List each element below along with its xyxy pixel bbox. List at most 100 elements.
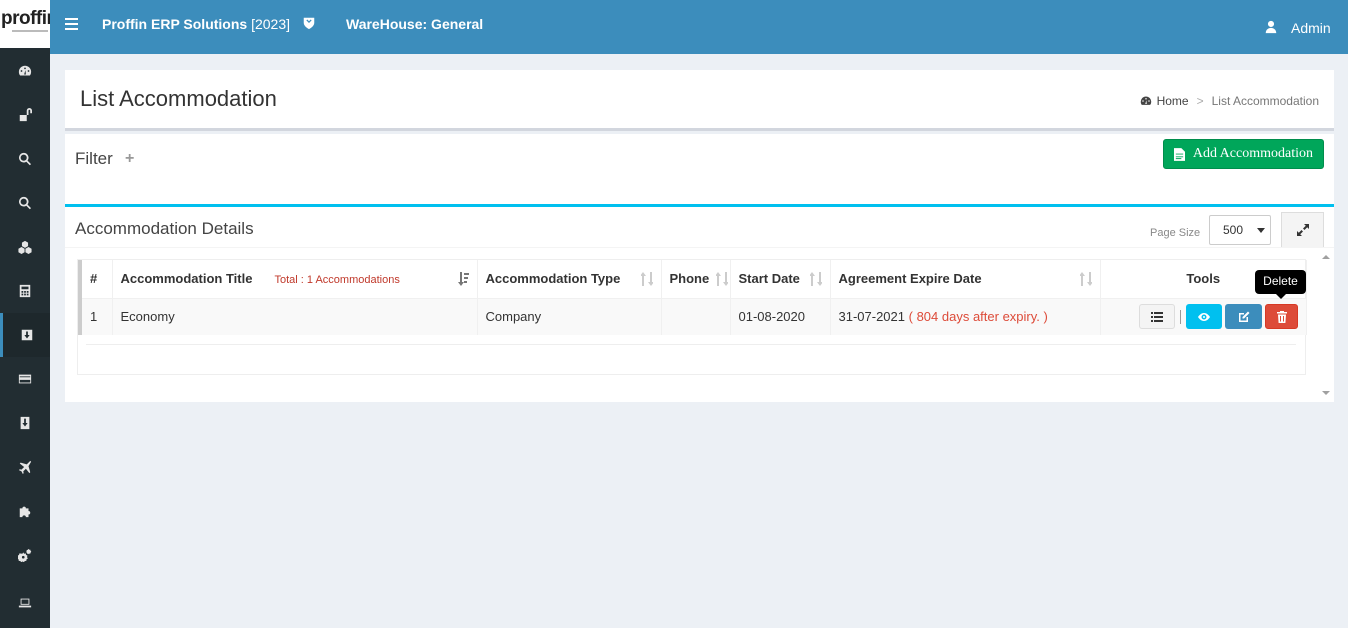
expand-icon — [1296, 224, 1309, 236]
delete-button[interactable] — [1265, 304, 1298, 330]
table-row[interactable]: 1 Economy Company 01-08-2020 31-07-2021 … — [78, 298, 1307, 335]
sidebar-item-devices[interactable] — [0, 581, 50, 625]
sidebar: proffin — [0, 0, 50, 628]
column-header-number[interactable]: # — [78, 260, 113, 299]
logo-tagline-line — [12, 30, 48, 32]
cell-phone — [661, 298, 731, 335]
cell-title: Economy — [112, 298, 478, 335]
menu-toggle-icon[interactable] — [65, 18, 78, 30]
page-title: List Accommodation — [80, 86, 277, 111]
total-count: Total : 1 Accommodations — [274, 274, 400, 286]
expiry-note: ( 804 days after expiry. ) — [908, 309, 1048, 325]
sort-desc-icon — [457, 272, 469, 286]
calculator-icon — [19, 284, 31, 298]
puzzle-icon — [19, 506, 31, 518]
unlock-icon — [19, 108, 32, 122]
add-accommodation-button[interactable]: Add Accommodation — [1162, 139, 1324, 169]
fullscreen-button[interactable] — [1281, 212, 1324, 248]
app-name: Proffin ERP Solutions — [102, 16, 248, 32]
credit-card-icon — [18, 374, 32, 384]
trash-icon — [1276, 310, 1287, 323]
content-header: List Accommodation Home > List Accommoda… — [65, 70, 1334, 131]
cogs-icon — [18, 548, 32, 562]
logo[interactable]: proffin — [0, 0, 50, 48]
logo-text: proffin — [1, 8, 50, 29]
search-icon — [19, 152, 32, 166]
plane-icon — [18, 460, 32, 474]
sidebar-item-calculator[interactable] — [0, 269, 50, 313]
edit-icon — [1238, 311, 1249, 322]
cell-type: Company — [477, 298, 662, 335]
cell-expire-date: 31-07-2021 ( 804 days after expiry. ) — [830, 298, 1101, 335]
page-size-select[interactable]: 500 — [1209, 215, 1271, 245]
breadcrumb-separator: > — [1196, 94, 1204, 108]
sidebar-item-credit-card[interactable] — [0, 357, 50, 401]
sidebar-item-search[interactable] — [0, 137, 50, 181]
sort-icon — [1079, 272, 1092, 286]
column-header-expire-date[interactable]: Agreement Expire Date — [830, 260, 1101, 299]
app-year: [2023] — [251, 16, 291, 32]
dashboard-icon — [18, 65, 32, 76]
laptop-icon — [18, 598, 32, 608]
cell-start-date: 01-08-2020 — [730, 298, 831, 335]
sidebar-item-unlock[interactable] — [0, 93, 50, 137]
add-accommodation-label: Add Accommodation — [1192, 146, 1313, 161]
chevron-down-icon — [1257, 228, 1265, 233]
delete-tooltip: Delete — [1255, 270, 1306, 299]
scroll-up-arrow[interactable] — [1322, 255, 1330, 259]
column-header-type[interactable]: Accommodation Type — [477, 260, 662, 299]
warehouse-selector[interactable]: WareHouse: General — [346, 16, 483, 32]
view-button[interactable] — [1186, 304, 1222, 330]
sidebar-item-travel[interactable] — [0, 445, 50, 489]
breadcrumb-current: List Accommodation — [1211, 94, 1319, 108]
user-icon[interactable] — [1264, 20, 1278, 34]
expire-date-value: 31-07-2021 — [838, 309, 906, 325]
cell-tools — [1100, 298, 1307, 335]
sidebar-item-settings[interactable] — [0, 533, 50, 577]
sort-icon — [715, 272, 728, 286]
breadcrumb: Home > List Accommodation — [1140, 94, 1319, 108]
page-size-value: 500 — [1223, 223, 1244, 237]
list-icon — [1151, 311, 1163, 322]
accommodation-details-box: Accommodation Details Page Size 500 # Ac… — [65, 204, 1334, 402]
table-header-row: # Accommodation Title Total : 1 Accommod… — [78, 260, 1307, 299]
sidebar-item-cubes[interactable] — [0, 225, 50, 269]
download-icon — [20, 416, 30, 430]
details-title: Accommodation Details — [75, 219, 254, 238]
filter-expand-icon[interactable]: + — [125, 150, 134, 168]
filter-box: Filter + Add Accommodation — [65, 134, 1334, 204]
app-title[interactable]: Proffin ERP Solutions [2023] — [102, 16, 290, 32]
filter-title[interactable]: Filter — [75, 149, 113, 169]
cubes-icon — [18, 240, 32, 254]
edit-button[interactable] — [1225, 304, 1262, 330]
sidebar-item-dashboard[interactable] — [0, 49, 50, 93]
user-menu[interactable]: Admin — [1291, 20, 1331, 36]
accommodation-table-container: # Accommodation Title Total : 1 Accommod… — [77, 259, 1307, 375]
page-size-label: Page Size — [1150, 227, 1201, 239]
shield-icon[interactable] — [302, 16, 316, 30]
download-icon — [21, 329, 32, 341]
column-header-title[interactable]: Accommodation Title Total : 1 Accommodat… — [112, 260, 478, 299]
dashboard-icon — [1140, 96, 1151, 105]
details-list-button[interactable] — [1139, 304, 1175, 330]
tool-separator — [1180, 309, 1181, 324]
table-scrollbar[interactable] — [1318, 250, 1332, 400]
cell-number: 1 — [78, 298, 113, 335]
table-footer-line — [86, 344, 1296, 345]
column-header-start-date[interactable]: Start Date — [730, 260, 831, 299]
sidebar-item-accommodation[interactable] — [0, 313, 50, 357]
sort-icon — [640, 272, 653, 286]
breadcrumb-home-link[interactable]: Home — [1157, 94, 1189, 108]
search-icon — [19, 196, 32, 210]
sort-icon — [809, 272, 822, 286]
sidebar-item-download[interactable] — [0, 401, 50, 445]
sidebar-item-search-2[interactable] — [0, 181, 50, 225]
top-navbar: Proffin ERP Solutions [2023] WareHouse: … — [50, 0, 1348, 54]
eye-icon — [1198, 312, 1210, 321]
box-divider — [65, 247, 1334, 248]
sidebar-item-plugins[interactable] — [0, 489, 50, 533]
file-icon — [1173, 147, 1185, 161]
column-header-phone[interactable]: Phone — [661, 260, 731, 299]
accommodation-table: # Accommodation Title Total : 1 Accommod… — [78, 260, 1307, 335]
scroll-down-arrow[interactable] — [1322, 391, 1330, 395]
